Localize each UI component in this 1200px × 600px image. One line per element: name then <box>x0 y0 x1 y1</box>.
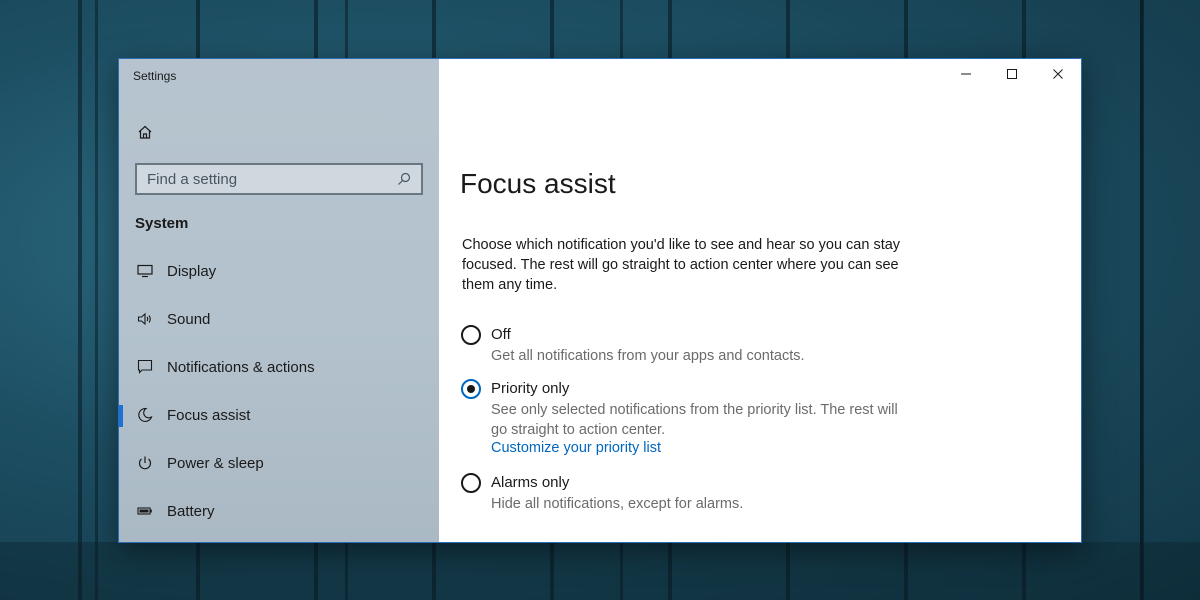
search-box[interactable] <box>135 163 423 195</box>
power-icon <box>134 452 156 474</box>
search-input[interactable] <box>137 170 393 188</box>
sidebar-item-label: Display <box>167 262 217 280</box>
close-button[interactable] <box>1035 59 1081 89</box>
maximize-icon <box>1007 69 1017 79</box>
minimize-icon <box>961 73 971 75</box>
moon-icon <box>134 404 156 426</box>
page-title: Focus assist <box>460 168 616 199</box>
sidebar-item-sound[interactable]: Sound <box>119 299 439 339</box>
sidebar-item-label: Focus assist <box>167 406 251 424</box>
option-alarms-only[interactable]: Alarms only Hide all notifications, exce… <box>461 473 921 513</box>
home-icon <box>138 125 152 139</box>
sidebar-item-power-sleep[interactable]: Power & sleep <box>119 443 439 483</box>
background-plank-line <box>1140 0 1143 600</box>
intro-text: Choose which notification you'd like to … <box>462 237 901 293</box>
option-description: See only selected notifications from the… <box>491 402 898 438</box>
window-controls <box>943 59 1081 89</box>
monitor-icon <box>134 260 156 282</box>
main-content: Focus assist Choose which notification y… <box>439 59 1081 542</box>
sidebar: Settings System Display <box>119 59 439 542</box>
sidebar-item-notifications[interactable]: Notifications & actions <box>119 347 439 387</box>
background-shadow <box>0 542 1200 600</box>
sidebar-item-label: Power & sleep <box>167 454 264 472</box>
minimize-button[interactable] <box>943 59 989 89</box>
sidebar-item-battery[interactable]: Battery <box>119 491 439 531</box>
message-icon <box>134 356 156 378</box>
search-icon[interactable] <box>393 168 415 190</box>
option-description: Get all notifications from your apps and… <box>491 348 805 364</box>
customize-priority-link[interactable]: Customize your priority list <box>491 440 661 456</box>
home-button[interactable] <box>134 121 156 143</box>
option-label: Alarms only <box>491 474 570 491</box>
settings-window: Settings System Display <box>118 58 1082 543</box>
option-label: Off <box>491 326 511 343</box>
sidebar-item-display[interactable]: Display <box>119 251 439 291</box>
option-priority-only[interactable]: Priority only See only selected notifica… <box>461 379 921 459</box>
option-off[interactable]: Off Get all notifications from your apps… <box>461 325 921 365</box>
option-description: Hide all notifications, except for alarm… <box>491 496 744 512</box>
close-icon <box>1053 69 1063 79</box>
radio-alarms-only[interactable] <box>461 473 481 493</box>
radio-off[interactable] <box>461 325 481 345</box>
speaker-icon <box>134 308 156 330</box>
background-plank-line <box>95 0 98 600</box>
sidebar-item-label: Notifications & actions <box>167 358 315 376</box>
window-title: Settings <box>133 69 177 83</box>
option-label: Priority only <box>491 380 570 397</box>
radio-priority-only[interactable] <box>461 379 481 399</box>
sidebar-item-label: Battery <box>167 502 215 520</box>
sidebar-item-label: Sound <box>167 310 211 328</box>
maximize-button[interactable] <box>989 59 1035 89</box>
sidebar-item-focus-assist[interactable]: Focus assist <box>119 395 439 435</box>
battery-icon <box>134 500 156 522</box>
section-title: System <box>135 215 189 232</box>
